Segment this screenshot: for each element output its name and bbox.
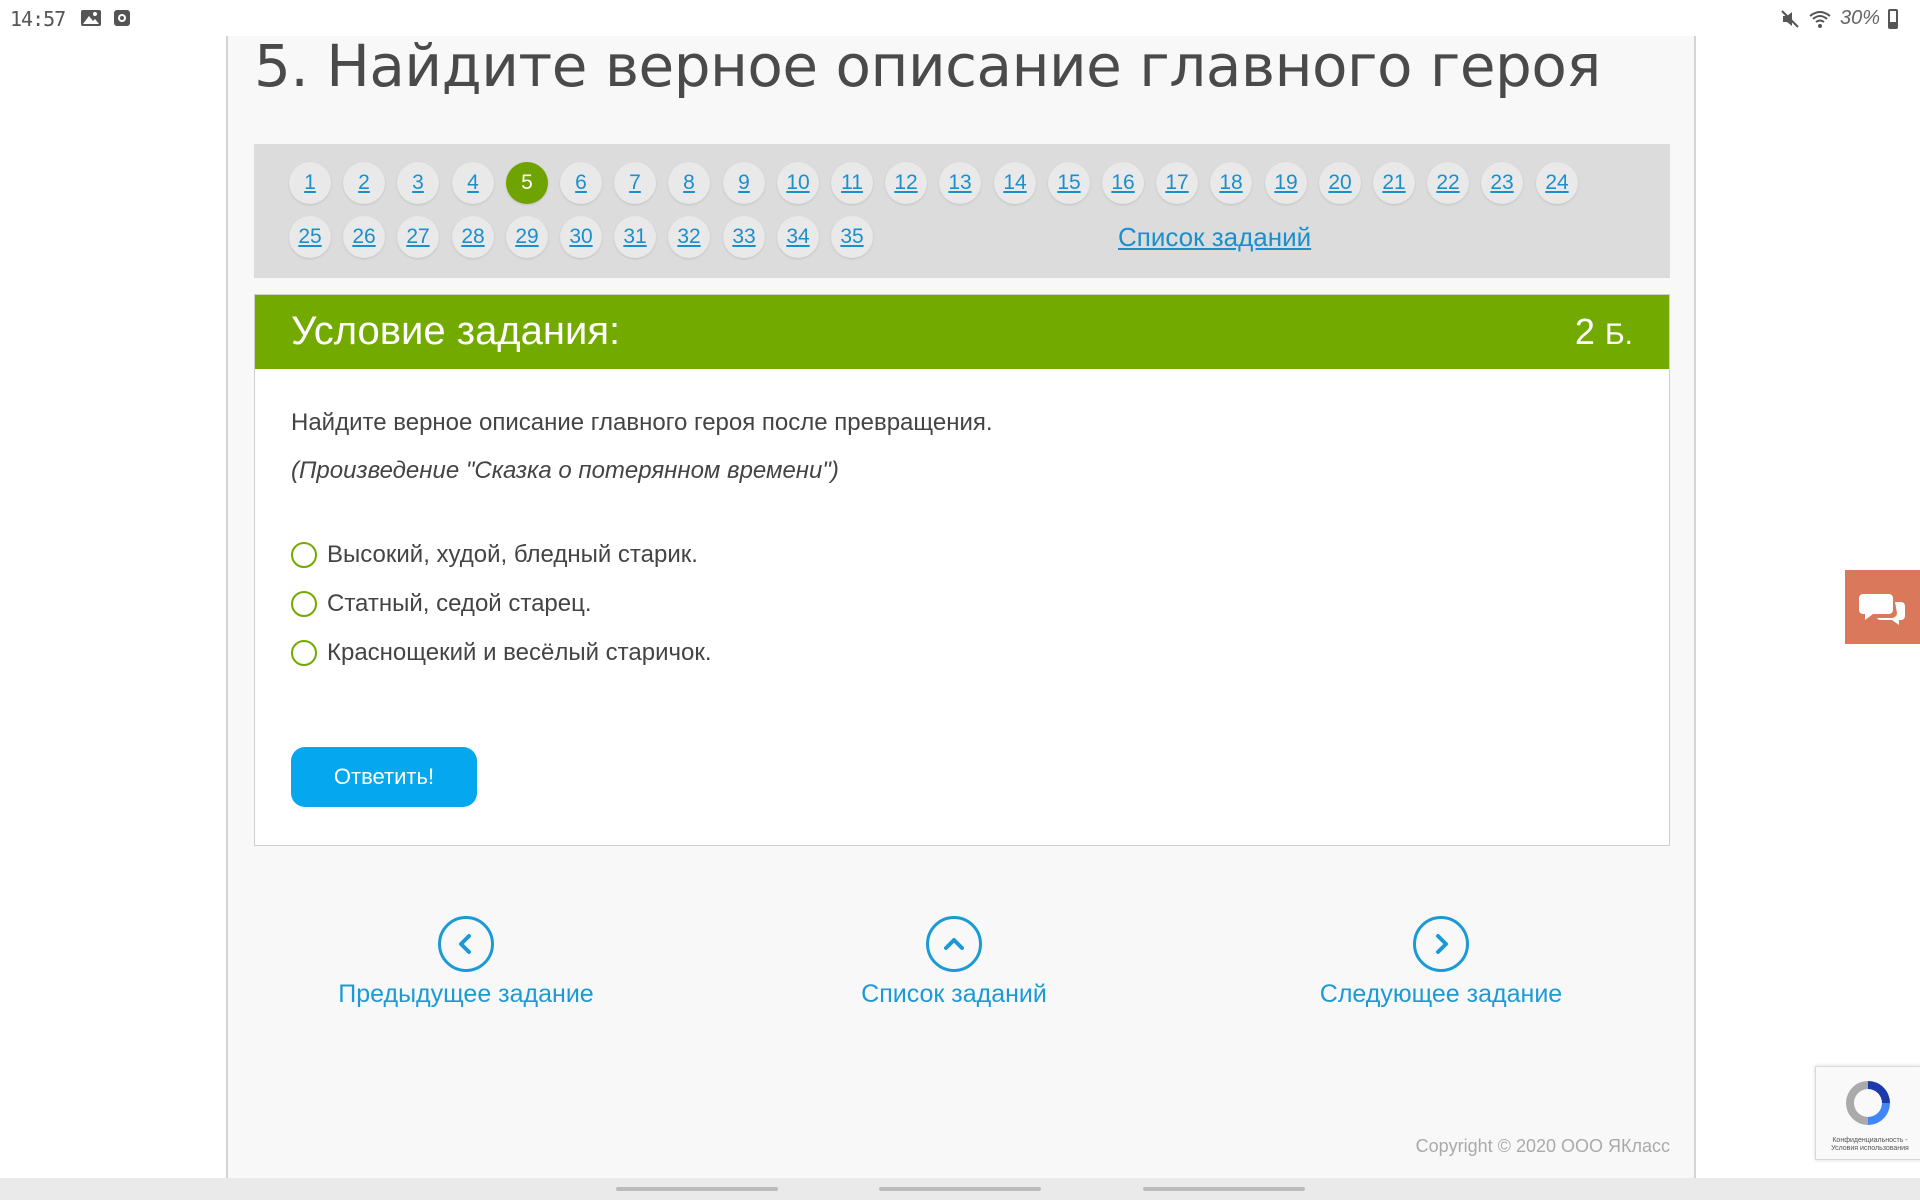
- page-content: 5. Найдите верное описание главного геро…: [226, 32, 1696, 1178]
- task-number-32[interactable]: 32: [668, 216, 710, 258]
- status-bar: 14:57 30%: [0, 0, 1920, 36]
- task-header: Условие задания: 2 Б.: [255, 295, 1669, 369]
- task-number-11[interactable]: 11: [831, 162, 873, 204]
- recent-apps-handle[interactable]: [616, 1187, 778, 1191]
- next-task-link[interactable]: Следующее задание: [1281, 916, 1601, 1009]
- prev-task-link[interactable]: Предыдущее задание: [306, 916, 626, 1009]
- chevron-left-icon[interactable]: [438, 916, 494, 972]
- option-label: Статный, седой старец.: [327, 590, 592, 617]
- task-header-title: Условие задания:: [291, 309, 621, 353]
- task-number-6[interactable]: 6: [560, 162, 602, 204]
- prev-task-label[interactable]: Предыдущее задание: [306, 980, 626, 1009]
- task-number-1[interactable]: 1: [289, 162, 331, 204]
- task-points: 2 Б.: [1575, 311, 1633, 353]
- task-number-bar: 1 2 3 4 5 6 7 8 9 10 11 12 13 14 15 16 17 18 19 20 21 22 23 24 2…: [254, 144, 1670, 278]
- submit-answer-button[interactable]: Ответить!: [291, 747, 477, 807]
- recaptcha-badge[interactable]: Конфиденциальность - Условия использован…: [1815, 1066, 1920, 1160]
- task-number-13[interactable]: 13: [939, 162, 981, 204]
- task-number-22[interactable]: 22: [1427, 162, 1469, 204]
- option-label: Краснощекий и весёлый старичок.: [327, 639, 712, 666]
- question-text: Найдите верное описание главного героя п…: [291, 409, 993, 436]
- task-number-7[interactable]: 7: [614, 162, 656, 204]
- option-label: Высокий, худой, бледный старик.: [327, 541, 698, 568]
- task-number-31[interactable]: 31: [614, 216, 656, 258]
- recaptcha-text: Конфиденциальность - Условия использован…: [1831, 1137, 1909, 1152]
- task-number-14[interactable]: 14: [994, 162, 1036, 204]
- status-time: 14:57: [10, 7, 66, 31]
- task-number-5[interactable]: 5: [506, 162, 548, 204]
- task-number-19[interactable]: 19: [1265, 162, 1307, 204]
- question-source: (Произведение "Сказка о потерянном време…: [291, 457, 839, 484]
- task-list-link[interactable]: Список заданий: [1118, 222, 1311, 253]
- points-value: 2: [1574, 311, 1595, 352]
- task-number-28[interactable]: 28: [452, 216, 494, 258]
- page-title: 5. Найдите верное описание главного геро…: [254, 32, 1601, 100]
- task-number-8[interactable]: 8: [668, 162, 710, 204]
- task-number-24[interactable]: 24: [1536, 162, 1578, 204]
- radio-button[interactable]: [291, 591, 317, 617]
- task-card: Условие задания: 2 Б. Найдите верное опи…: [254, 294, 1670, 846]
- task-number-16[interactable]: 16: [1102, 162, 1144, 204]
- task-number-2[interactable]: 2: [343, 162, 385, 204]
- gallery-icon: [81, 10, 101, 26]
- task-number-17[interactable]: 17: [1156, 162, 1198, 204]
- task-number-27[interactable]: 27: [397, 216, 439, 258]
- chat-icon: [1859, 594, 1905, 625]
- system-nav-bar: [0, 1178, 1920, 1200]
- task-number-29[interactable]: 29: [506, 216, 548, 258]
- wifi-icon: [1809, 10, 1831, 28]
- radio-button[interactable]: [291, 640, 317, 666]
- task-number-23[interactable]: 23: [1481, 162, 1523, 204]
- mute-icon: [1781, 9, 1799, 28]
- task-number-10[interactable]: 10: [777, 162, 819, 204]
- answer-option-1[interactable]: Высокий, худой, бледный старик.: [291, 538, 698, 572]
- recaptcha-icon: [1846, 1081, 1890, 1125]
- answer-option-2[interactable]: Статный, седой старец.: [291, 587, 592, 621]
- task-number-35[interactable]: 35: [831, 216, 873, 258]
- task-number-25[interactable]: 25: [289, 216, 331, 258]
- status-right: 30%: [1780, 7, 1898, 30]
- battery-icon: [1888, 8, 1898, 29]
- task-number-33[interactable]: 33: [723, 216, 765, 258]
- chat-button[interactable]: [1845, 570, 1920, 644]
- task-number-12[interactable]: 12: [885, 162, 927, 204]
- answer-option-3[interactable]: Краснощекий и весёлый старичок.: [291, 636, 712, 670]
- task-number-3[interactable]: 3: [397, 162, 439, 204]
- chevron-right-icon[interactable]: [1413, 916, 1469, 972]
- radio-button[interactable]: [291, 542, 317, 568]
- task-number-21[interactable]: 21: [1373, 162, 1415, 204]
- chevron-up-icon[interactable]: [926, 916, 982, 972]
- points-unit: Б.: [1604, 318, 1633, 351]
- task-number-26[interactable]: 26: [343, 216, 385, 258]
- back-handle[interactable]: [1143, 1187, 1305, 1191]
- home-handle[interactable]: [879, 1187, 1041, 1191]
- task-number-30[interactable]: 30: [560, 216, 602, 258]
- task-number-4[interactable]: 4: [452, 162, 494, 204]
- next-task-label[interactable]: Следующее задание: [1281, 980, 1601, 1009]
- battery-percent: 30%: [1839, 7, 1880, 29]
- task-number-34[interactable]: 34: [777, 216, 819, 258]
- copyright: Copyright © 2020 ООО ЯКласс: [1415, 1136, 1670, 1156]
- task-list-nav[interactable]: Список заданий: [794, 916, 1114, 1009]
- task-number-20[interactable]: 20: [1319, 162, 1361, 204]
- task-list-label[interactable]: Список заданий: [794, 980, 1114, 1009]
- task-number-18[interactable]: 18: [1210, 162, 1252, 204]
- screen-recorder-icon: [114, 10, 130, 26]
- task-number-9[interactable]: 9: [723, 162, 765, 204]
- task-number-15[interactable]: 15: [1048, 162, 1090, 204]
